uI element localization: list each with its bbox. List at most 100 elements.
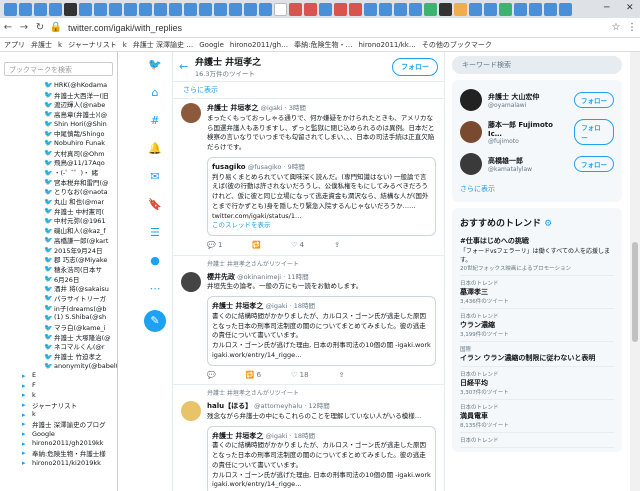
scrollbar-thumb[interactable] — [632, 242, 638, 342]
tweet-author[interactable]: halu【ほる】 — [207, 402, 252, 410]
bookmark[interactable]: Google — [199, 41, 224, 49]
star-icon[interactable]: ☆ — [608, 22, 624, 33]
tab[interactable] — [454, 2, 467, 16]
tweet[interactable]: 櫻井先政 @okinanimeji · 11時間 井垣先生の論考。一般の方にも一… — [173, 268, 444, 385]
home-icon[interactable]: ⌂ — [147, 86, 163, 100]
trend-item[interactable]: 日本のトレンド 墓澤孝三 3,436件のツイート — [460, 276, 614, 309]
url-field[interactable]: twitter.com/igaki/with_replies — [68, 23, 182, 33]
bookmark-item[interactable]: 🐦 飛鳥@11/17Aqo — [0, 158, 117, 167]
tab[interactable] — [514, 2, 527, 16]
suggested-user[interactable]: 藤本一郎 Fujimoto Ic… @fujimoto フォロー — [460, 116, 614, 148]
show-more-link[interactable]: さらに表示 — [460, 180, 614, 198]
bookmark-item[interactable]: 🐦 ・(-゜ ̄゜)・ 緒 — [0, 167, 117, 177]
tab[interactable] — [379, 2, 392, 16]
bookmark-item[interactable]: ▸ k — [0, 409, 117, 419]
bookmark-item[interactable]: 🐦 Shin Hori(@Shin — [0, 119, 117, 129]
link-card-text[interactable]: カルロス・ゴーン氏が逃げた理由, 日本の刑事司法の10個の闇 -igaki.wo… — [212, 471, 431, 491]
lists-icon[interactable]: ☰ — [147, 226, 163, 240]
tab[interactable] — [79, 2, 92, 16]
bookmark-item[interactable]: ▸ hirono2011/gh2019kk — [0, 438, 117, 448]
avatar[interactable] — [181, 103, 201, 123]
menu-icon[interactable]: ⋮ — [624, 22, 640, 33]
suggested-user[interactable]: 弁護士 大山宏仲 @oyamalawi フォロー — [460, 84, 614, 116]
tab-active[interactable] — [274, 2, 287, 16]
bookmark-item[interactable]: 🐦 穂永浩司(日本サ — [0, 264, 117, 273]
bookmark-item[interactable]: 🐦 中尾慎哉/Shingo — [0, 128, 117, 138]
trend-item[interactable]: 国際 イラン ウラン濃縮の制限に従わないと表明 — [460, 342, 614, 367]
bookmark[interactable]: ジャーナリスト — [68, 40, 117, 50]
tab[interactable] — [409, 2, 422, 16]
avatar[interactable] — [181, 271, 201, 292]
bookmark[interactable]: アプリ — [4, 40, 25, 50]
link-card-text[interactable]: カルロス・ゴーン氏が逃げた理由, 日本の刑事司法の10個の闇 -igaki.wo… — [212, 341, 431, 361]
twitter-search-input[interactable]: キーワード検索 — [452, 56, 622, 74]
tab[interactable] — [94, 2, 107, 16]
tab[interactable] — [394, 2, 407, 16]
bookmark-search-input[interactable]: ブックマークを検索 — [4, 62, 113, 76]
tab[interactable] — [184, 2, 197, 16]
tab[interactable] — [499, 2, 512, 16]
tab[interactable] — [124, 2, 137, 16]
reply-icon[interactable]: 💬 — [207, 370, 216, 381]
bookmark[interactable]: 奉納:危険生物・… — [294, 40, 352, 50]
tab[interactable] — [334, 2, 347, 16]
tab[interactable] — [199, 2, 212, 16]
tab[interactable] — [349, 2, 362, 16]
bookmark[interactable]: k — [123, 41, 127, 49]
bookmarks-icon[interactable]: 🔖 — [147, 198, 163, 212]
bookmark[interactable]: その他のブックマーク — [422, 40, 492, 50]
bookmark-item[interactable]: ▸ F — [0, 380, 117, 390]
bookmark-item[interactable]: 🐦 弁護士 竹迫孝之 — [0, 351, 117, 361]
tab[interactable] — [244, 2, 257, 16]
like-icon[interactable]: ♡ 18 — [291, 370, 308, 381]
messages-icon[interactable]: ✉ — [147, 170, 163, 184]
avatar[interactable] — [460, 121, 482, 143]
avatar[interactable] — [460, 89, 482, 111]
bookmark-item[interactable]: 🐦 6月26日 — [0, 274, 117, 283]
retweet-icon[interactable]: 🔁 6 — [246, 370, 261, 381]
bookmark-item[interactable]: ▸ ジャーナリスト — [0, 400, 117, 409]
tab[interactable] — [214, 2, 227, 16]
follow-button[interactable]: フォロー — [574, 156, 614, 172]
avatar[interactable] — [460, 153, 482, 175]
tab[interactable] — [424, 2, 437, 16]
tab[interactable] — [289, 2, 302, 16]
bookmark-item[interactable]: 🐦 HRK(@hKodama — [0, 80, 117, 90]
bookmark-item[interactable]: 🐦 磯山和人(@kaz_f — [0, 225, 117, 235]
show-thread-link[interactable]: このスレッドを表示 — [212, 221, 431, 231]
retweet-icon[interactable]: 🔁 — [252, 240, 261, 251]
tab[interactable] — [109, 2, 122, 16]
bookmark-item[interactable]: ▸ hirono2011/ki2019kk — [0, 458, 117, 468]
tab[interactable] — [484, 2, 497, 16]
bookmark-item[interactable]: 🐦 パラサイトリーガ — [0, 293, 117, 302]
tab[interactable] — [229, 2, 242, 16]
bookmark[interactable]: k — [58, 41, 62, 49]
bookmark-item[interactable]: ▸ Google — [0, 429, 117, 439]
back-icon[interactable]: ← — [0, 22, 16, 33]
tab[interactable] — [364, 2, 377, 16]
bookmark-item[interactable]: 🐦 in子(dreams(@b — [0, 303, 117, 312]
trend-item[interactable]: 日本のトレンド ウラン濃縮 3,199件のツイート — [460, 309, 614, 342]
profile-icon[interactable]: ● — [147, 254, 163, 268]
tab[interactable] — [19, 2, 32, 16]
explore-icon[interactable]: # — [147, 114, 163, 128]
bookmark-item[interactable]: 🐦 高島章(弁護士)(@ — [0, 109, 117, 118]
twitter-logo-icon[interactable]: 🐦 — [147, 58, 163, 72]
show-more-link[interactable]: さらに表示 — [173, 82, 444, 99]
tweet[interactable]: halu【ほる】 @attorneyhalu · 12時間 残念ながら弁護士の中… — [173, 397, 444, 491]
more-icon[interactable]: ⋯ — [147, 282, 163, 296]
back-arrow-icon[interactable]: ← — [179, 60, 195, 73]
avatar[interactable] — [181, 401, 201, 421]
gear-icon[interactable]: ⚙ — [544, 219, 552, 229]
bookmark-item[interactable]: 🐦 弁護士 中村憲司( — [0, 206, 117, 215]
quote-link[interactable]: twitter.com/igaki/status/1… — [212, 212, 431, 222]
tab[interactable] — [4, 2, 17, 16]
quoted-tweet[interactable]: 弁護士 井垣孝之 @igaki · 18時間 書くのに結構時間がかかりましたが、… — [207, 296, 436, 366]
minimize-icon[interactable]: ─ — [604, 3, 609, 13]
bookmark-item[interactable]: 🐦 anonymity(@babel( — [0, 361, 117, 371]
bookmark-item[interactable]: 🐦 (1) S.Shiba(@sh — [0, 313, 117, 323]
bookmark-item[interactable]: 🐦 Nobuhiro Funak — [0, 138, 117, 148]
tab[interactable] — [49, 2, 62, 16]
bookmark-item[interactable]: 🐦 弁護士 大塚隆治(@ — [0, 332, 117, 341]
bookmark[interactable]: 弁護士 深澤諭史 … — [133, 40, 193, 50]
